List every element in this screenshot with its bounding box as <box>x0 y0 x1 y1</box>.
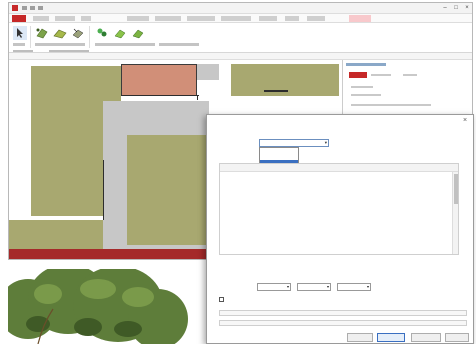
back-button[interactable] <box>347 333 373 342</box>
tab-7[interactable] <box>221 16 251 21</box>
pointer-tool-icon[interactable] <box>13 26 27 40</box>
table-row[interactable] <box>220 181 452 188</box>
title-bar: – □ × <box>9 3 472 14</box>
tab-file[interactable] <box>12 15 26 22</box>
table-row[interactable] <box>220 174 452 181</box>
chevron-down-icon: ▾ <box>326 284 329 289</box>
table-row[interactable] <box>220 230 452 237</box>
minimize-icon[interactable]: – <box>440 4 450 12</box>
progress-bar <box>219 310 467 316</box>
close-icon[interactable]: × <box>461 117 469 125</box>
chevron-down-icon[interactable]: ▾ <box>325 140 327 146</box>
table-row[interactable] <box>220 188 452 195</box>
app-logo-icon <box>12 5 18 11</box>
ribbon-tabs <box>9 14 472 23</box>
tab-9[interactable] <box>285 16 299 21</box>
maximize-icon[interactable]: □ <box>451 4 461 12</box>
select-2[interactable]: ▾ <box>297 283 331 291</box>
data-table <box>219 163 459 255</box>
table-row[interactable] <box>220 209 452 216</box>
plant-tool-icon[interactable] <box>95 26 109 40</box>
dialog: × ▾ ▾ ▾ ▾ <box>206 114 474 344</box>
tab-10[interactable] <box>307 16 325 21</box>
tab-4[interactable] <box>127 16 149 21</box>
close-window-icon[interactable]: × <box>462 4 472 12</box>
table-row[interactable] <box>220 195 452 202</box>
terrain-tool-icon[interactable] <box>53 26 67 40</box>
type-combobox[interactable]: ▾ <box>259 139 329 147</box>
chevron-down-icon: ▾ <box>286 284 289 289</box>
cancel-button[interactable] <box>445 333 469 342</box>
tab-3[interactable] <box>81 16 91 21</box>
room-left-lot[interactable] <box>31 66 103 216</box>
select-3[interactable]: ▾ <box>337 283 371 291</box>
scrollbar-thumb[interactable] <box>454 174 458 204</box>
next-button[interactable] <box>377 333 405 342</box>
table-row[interactable] <box>220 223 452 230</box>
fill-tool-icon[interactable] <box>113 26 127 40</box>
table-row[interactable] <box>220 202 452 209</box>
room-small-gray[interactable] <box>197 64 219 80</box>
redo-icon[interactable] <box>38 6 43 10</box>
save-icon[interactable] <box>22 6 27 10</box>
tab-5[interactable] <box>155 16 181 21</box>
room-strip[interactable] <box>103 66 121 101</box>
area-tool-icon[interactable] <box>35 26 49 40</box>
tree-image <box>8 269 188 344</box>
tab-1[interactable] <box>33 16 49 21</box>
view-tabs-bar <box>9 53 472 60</box>
tab-active-context[interactable] <box>349 15 371 22</box>
tree-photo <box>8 269 188 344</box>
tab-8[interactable] <box>259 16 277 21</box>
tab-2[interactable] <box>55 16 75 21</box>
properties-tab-active[interactable] <box>349 72 367 78</box>
table-row[interactable] <box>220 216 452 223</box>
room-highlighted[interactable] <box>121 64 197 96</box>
path-tool-icon[interactable] <box>71 26 85 40</box>
hedge-tool-icon[interactable] <box>131 26 145 40</box>
room-center[interactable] <box>127 135 209 245</box>
room-bottom-left[interactable] <box>9 220 103 250</box>
table-row[interactable] <box>220 244 452 251</box>
table-header <box>220 164 458 172</box>
chevron-down-icon: ▾ <box>366 284 369 289</box>
tab-6[interactable] <box>187 16 215 21</box>
progress-bar-secondary <box>219 320 467 326</box>
table-scrollbar[interactable] <box>452 172 458 254</box>
select-1[interactable]: ▾ <box>257 283 291 291</box>
table-row[interactable] <box>220 251 452 254</box>
table-row[interactable] <box>220 237 452 244</box>
finish-button[interactable] <box>411 333 441 342</box>
option-checkbox[interactable] <box>219 297 224 302</box>
window-title <box>159 5 309 11</box>
ribbon-toolbar <box>9 23 472 53</box>
undo-icon[interactable] <box>30 6 35 10</box>
